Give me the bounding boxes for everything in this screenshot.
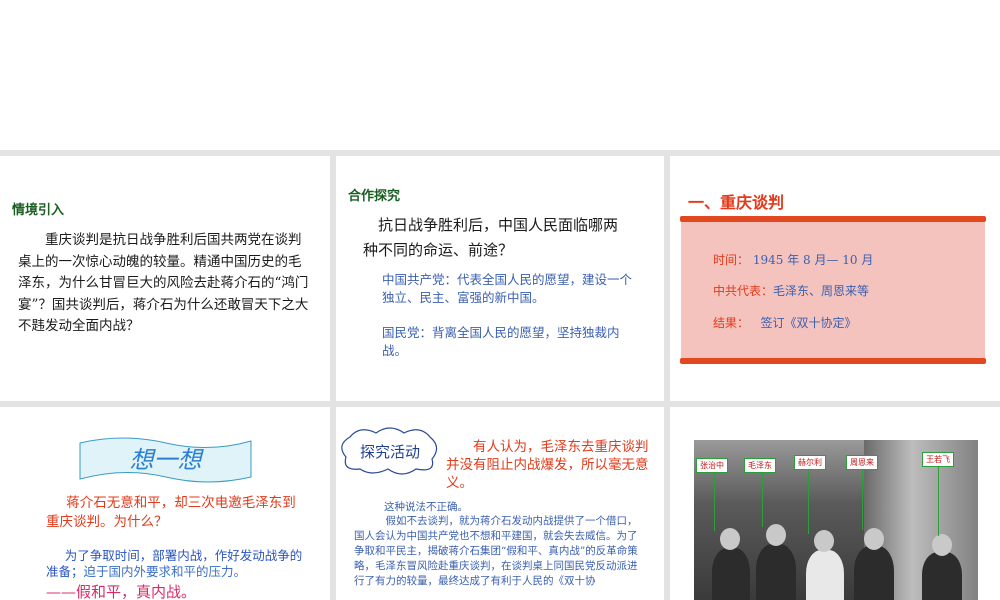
person-head xyxy=(766,524,786,546)
answer-text: 为了争取时间，部署内战，作好发动战争的准备；迫于国内外要求和平的压力。 xyxy=(46,548,306,580)
slide-heading: 合作探究 xyxy=(348,189,401,204)
bubble-label: 探究活动 xyxy=(359,443,420,461)
question-text: 抗日战争胜利后，中国人民面临哪两种不同的命运、前途？ xyxy=(363,216,619,259)
label-leader xyxy=(762,471,763,527)
rep-row: 中共代表：毛泽东、周恩来等 xyxy=(713,282,869,299)
slide-cooperative-inquiry[interactable]: 合作探究 抗日战争胜利后，中国人民面临哪两种不同的命运、前途？ 中国共产党：代表… xyxy=(336,156,664,401)
label-leader xyxy=(862,468,863,530)
person-figure xyxy=(712,548,750,600)
intro-paragraph: 重庆谈判是抗日战争胜利后国共两党在谈判桌上的一次惊心动魄的较量。精通中国历史的毛… xyxy=(18,232,309,334)
slide-historic-photo[interactable]: 张治中 毛泽东 赫尔利 周恩来 王若飞 xyxy=(670,407,1000,600)
time-value: 1945 年 8 月— 10 月 xyxy=(752,253,874,267)
conclusion-text: ——假和平，真内战。 xyxy=(46,583,197,600)
person-head xyxy=(720,528,740,550)
time-row: 时间： 1945 年 8 月— 10 月 xyxy=(713,251,873,268)
photo-label: 张治中 xyxy=(696,458,728,473)
person-figure xyxy=(854,546,894,600)
answer-first-line: 这种说法不正确。 xyxy=(384,501,468,513)
banner-title: 想一想 xyxy=(129,446,202,474)
slide-inquiry-activity[interactable]: 探究活动 有人认为，毛泽东去重庆谈判并没有阻止内战爆发，所以毫无意义。 这种说法… xyxy=(336,407,664,600)
person-figure xyxy=(756,544,796,600)
card-bottom-border xyxy=(680,358,986,364)
slide-intro[interactable]: 情境引入 重庆谈判是抗日战争胜利后国共两党在谈判桌上的一次惊心动魄的较量。精通中… xyxy=(0,156,330,401)
answer-body: 假如不去谈判，就为蒋介石发动内战提供了一个借口，国人会认为中国共产党也不想和平建… xyxy=(354,515,638,587)
slide-title: 一、重庆谈判 xyxy=(688,193,785,212)
prompt-text: 有人认为，毛泽东去重庆谈判并没有阻止内战爆发，所以毫无意义。 xyxy=(446,439,649,491)
person-figure xyxy=(806,550,844,600)
label-leader xyxy=(714,471,715,531)
info-card: 时间： 1945 年 8 月— 10 月 中共代表：毛泽东、周恩来等 结果： 签… xyxy=(681,222,985,358)
photo-label: 王若飞 xyxy=(922,452,954,467)
rep-label: 中共代表： xyxy=(713,284,774,298)
historic-photo: 张治中 毛泽东 赫尔利 周恩来 王若飞 xyxy=(694,440,978,600)
answer-kmt: 国民党：背离全国人民的愿望，坚持独裁内战。 xyxy=(382,325,620,358)
person-head xyxy=(814,530,834,552)
person-figure xyxy=(922,552,962,600)
result-label: 结果： xyxy=(713,316,750,330)
rep-value: 毛泽东、周恩来等 xyxy=(773,284,870,298)
person-head xyxy=(864,528,884,550)
person-head xyxy=(932,534,952,556)
slide-chongqing-negotiation[interactable]: 一、重庆谈判 时间： 1945 年 8 月— 10 月 中共代表：毛泽东、周恩来… xyxy=(670,156,1000,401)
time-label: 时间： xyxy=(713,253,750,267)
label-leader xyxy=(938,466,939,536)
label-leader xyxy=(808,468,809,534)
photo-label: 周恩来 xyxy=(846,455,878,470)
result-row: 结果： 签订《双十协定》 xyxy=(713,314,856,331)
slide-heading: 情境引入 xyxy=(12,203,65,218)
question-text: 蒋介石无意和平，却三次电邀毛泽东到重庆谈判。为什么？ xyxy=(46,495,296,530)
photo-label: 赫尔利 xyxy=(794,455,826,470)
photo-label: 毛泽东 xyxy=(744,458,776,473)
top-blank-area xyxy=(0,0,1000,150)
result-value: 签订《双十协定》 xyxy=(760,316,857,330)
slide-think[interactable]: 想一想 蒋介石无意和平，却三次电邀毛泽东到重庆谈判。为什么？ 为了争取时间，部署… xyxy=(0,407,330,600)
answer-tail: 迫于国内外要求和平的压力。 xyxy=(83,564,247,579)
answer-ccp: 中国共产党：代表全国人民的愿望，建设一个独立、民主、富强的新中国。 xyxy=(382,272,633,305)
